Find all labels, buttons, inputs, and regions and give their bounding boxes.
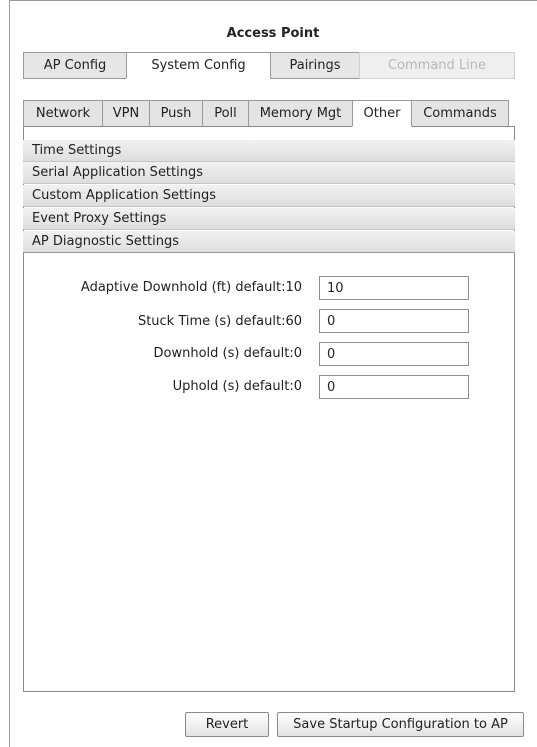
field-label-stuck-time: Stuck Time (s) default:60 [137, 314, 302, 329]
section-serial-application-settings[interactable]: Serial Application Settings [23, 162, 515, 184]
subtab-commands[interactable]: Commands [411, 100, 509, 127]
stuck-time-input[interactable] [319, 309, 469, 333]
subtab-vpn[interactable]: VPN [102, 100, 150, 127]
subtab-other[interactable]: Other [352, 100, 412, 127]
uphold-input[interactable] [319, 375, 469, 399]
section-time-settings[interactable]: Time Settings [23, 140, 515, 162]
adaptive-downhold-input[interactable] [319, 276, 469, 300]
subtab-memory-mgt[interactable]: Memory Mgt [248, 100, 353, 127]
tab-pairings[interactable]: Pairings [270, 52, 360, 79]
field-label-downhold: Downhold (s) default:0 [153, 346, 302, 361]
revert-button[interactable]: Revert [185, 712, 269, 737]
save-startup-config-button[interactable]: Save Startup Configuration to AP [277, 712, 524, 737]
subtab-poll[interactable]: Poll [202, 100, 249, 127]
subtab-push[interactable]: Push [149, 100, 203, 127]
section-ap-diagnostic-settings[interactable]: AP Diagnostic Settings [23, 231, 515, 253]
tab-system-config[interactable]: System Config [126, 52, 271, 79]
subtab-network[interactable]: Network [23, 100, 103, 127]
field-label-uphold: Uphold (s) default:0 [172, 379, 302, 394]
section-custom-application-settings[interactable]: Custom Application Settings [23, 185, 515, 207]
tab-command-line: Command Line [359, 52, 515, 79]
section-event-proxy-settings[interactable]: Event Proxy Settings [23, 208, 515, 230]
field-label-adaptive-downhold: Adaptive Downhold (ft) default:10 [80, 280, 302, 295]
tab-ap-config[interactable]: AP Config [23, 52, 127, 79]
window-title: Access Point [226, 26, 320, 41]
downhold-input[interactable] [319, 342, 469, 366]
